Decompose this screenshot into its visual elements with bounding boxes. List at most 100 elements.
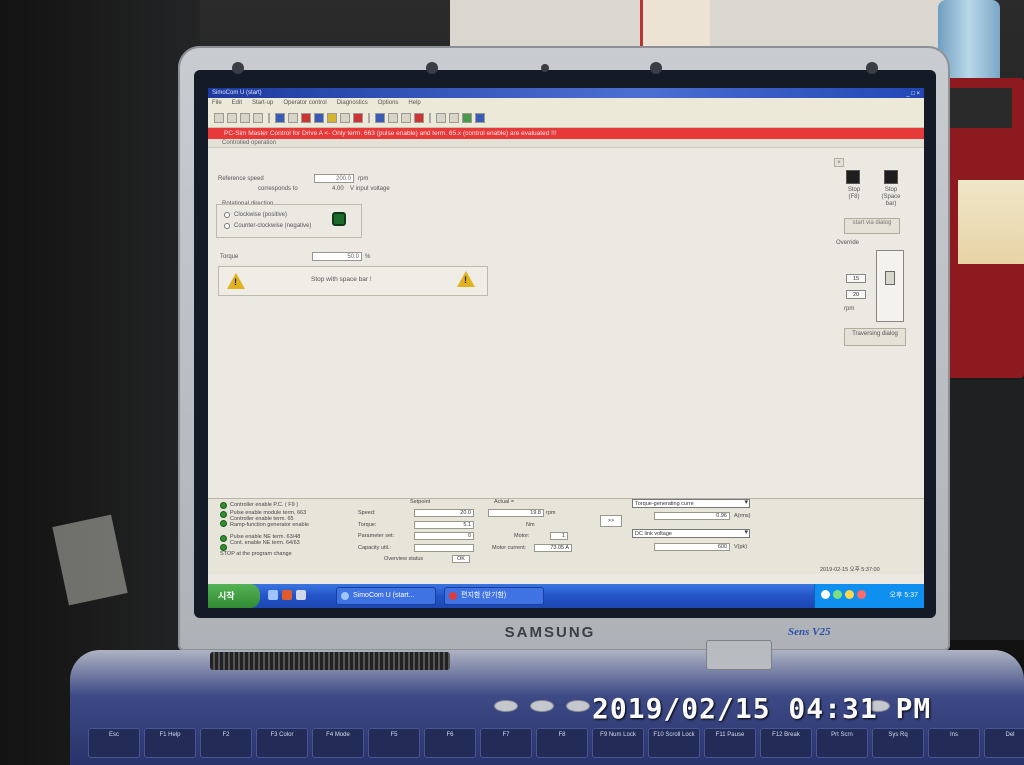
signal-unit-2: V(pk) <box>734 544 748 550</box>
keyboard-key[interactable]: F2 <box>200 728 252 758</box>
status-led <box>220 535 227 542</box>
status-led <box>220 502 227 509</box>
zoom-icon[interactable] <box>401 112 411 123</box>
window-title: SimoCom U (start) <box>212 90 262 96</box>
torque-unit: % <box>365 254 371 260</box>
counterclockwise-radio[interactable] <box>224 223 230 229</box>
menu-help[interactable]: Help <box>408 98 420 108</box>
keyboard-key[interactable]: F5 <box>368 728 420 758</box>
keyboard-key[interactable]: F6 <box>424 728 476 758</box>
keyboard-key[interactable]: Esc <box>88 728 140 758</box>
keyboard-key[interactable]: F11 Pause <box>704 728 756 758</box>
upload-icon[interactable] <box>301 112 311 123</box>
taskbar-clock[interactable]: 오후 5:37 <box>890 590 918 600</box>
stop-space-icon[interactable] <box>884 170 898 184</box>
speaker-grille <box>210 652 450 670</box>
ime-icon[interactable] <box>821 590 830 599</box>
menu-file[interactable]: File <box>212 98 222 108</box>
reference-speed-field[interactable]: 200.0 <box>314 174 354 183</box>
quick-launch-ie-icon[interactable] <box>268 590 278 600</box>
speed-label: Speed: <box>358 510 376 516</box>
volume-icon[interactable] <box>845 590 854 599</box>
security-icon[interactable] <box>857 590 866 599</box>
connect-icon[interactable] <box>275 112 285 123</box>
parameter-icon[interactable] <box>327 112 337 123</box>
stop-f8-label: Stop (F8) <box>847 187 861 200</box>
list-icon[interactable] <box>340 112 350 123</box>
keyboard-key[interactable]: F3 Color <box>256 728 308 758</box>
traversing-dialog-button[interactable]: Traversing dialog <box>844 328 906 346</box>
quick-launch-media-icon[interactable] <box>282 590 292 600</box>
window-titlebar: SimoCom U (start) _ □ × <box>208 88 924 98</box>
override-slider[interactable] <box>876 250 904 322</box>
filter-icon[interactable] <box>436 112 446 123</box>
signal-dropdown-1[interactable]: Torque-generating curre <box>632 499 750 508</box>
save-icon[interactable] <box>240 112 250 123</box>
keyboard-key[interactable]: F1 Help <box>144 728 196 758</box>
overview-status-button[interactable]: OK <box>452 555 470 563</box>
warning-banner: PC-Sim Master Control for Drive A <- Onl… <box>208 128 924 139</box>
expand-button[interactable]: >> <box>600 515 622 527</box>
override-slider-knob[interactable] <box>885 271 895 285</box>
reference-speed-label: Reference speed <box>218 176 264 182</box>
motor-icon[interactable] <box>462 112 472 123</box>
keyboard-key[interactable]: F10 Scroll Lock <box>648 728 700 758</box>
keyboard-key[interactable]: F12 Break <box>760 728 812 758</box>
start-via-dialog-button[interactable]: start via dialog <box>844 218 900 234</box>
open-icon[interactable] <box>227 112 237 123</box>
keyboard-key[interactable]: Ins <box>928 728 980 758</box>
help-icon[interactable] <box>475 112 485 123</box>
start-button[interactable]: 시작 <box>208 584 260 608</box>
windows-taskbar: 시작 SimoCom U (start... 편지함 (받기함) 오후 5:37 <box>208 584 924 608</box>
menu-operator-control[interactable]: Operator control <box>283 98 326 108</box>
taskbar-simocom-label: SimoCom U (start... <box>353 592 415 599</box>
menu-diagnostics[interactable]: Diagnostics <box>337 98 368 108</box>
taskbar-mailbox-button[interactable]: 편지함 (받기함) <box>444 587 544 605</box>
alarm-icon[interactable] <box>414 112 424 123</box>
keyboard-key[interactable]: F8 <box>536 728 588 758</box>
torque-field[interactable]: 50.0 <box>312 252 362 261</box>
status-row-controller-enable-pc[interactable]: Controller enable P.C. ( F9 ) <box>230 502 298 508</box>
window-controls[interactable]: _ □ × <box>906 89 920 99</box>
toolbar <box>208 108 924 128</box>
keyboard-key[interactable]: F4 Mode <box>312 728 364 758</box>
settings-icon[interactable] <box>449 112 459 123</box>
network-icon[interactable] <box>833 590 842 599</box>
parameter-set-field: 0 <box>414 532 474 540</box>
signal-dropdown-2[interactable]: DC link voltage <box>632 529 750 538</box>
keyboard-key[interactable]: F9 Num Lock <box>592 728 644 758</box>
capacity-field <box>414 544 474 552</box>
oscilloscope-icon[interactable] <box>388 112 398 123</box>
close-side-button[interactable]: × <box>834 158 844 167</box>
keyboard-key[interactable]: Prt Scrn <box>816 728 868 758</box>
counterclockwise-label: Counter-clockwise (negative) <box>234 223 312 229</box>
quick-launch-desktop-icon[interactable] <box>296 590 306 600</box>
media-button-2[interactable] <box>530 700 554 712</box>
stop-f8-icon[interactable] <box>846 170 860 184</box>
print-icon[interactable] <box>253 112 263 123</box>
signal-unit-1: A(rms) <box>734 513 751 519</box>
keyboard-key[interactable]: F7 <box>480 728 532 758</box>
media-button-1[interactable] <box>494 700 518 712</box>
keyboard-key[interactable]: Del <box>984 728 1024 758</box>
override-bottom-field[interactable]: 20 <box>846 290 866 299</box>
new-icon[interactable] <box>214 112 224 123</box>
trace-icon[interactable] <box>353 112 363 123</box>
monitor-icon[interactable] <box>375 112 385 123</box>
menu-startup[interactable]: Start-up <box>252 98 273 108</box>
keyboard-key[interactable]: Sys Rq <box>872 728 924 758</box>
download-icon[interactable] <box>288 112 298 123</box>
clockwise-radio[interactable] <box>224 212 230 218</box>
taskbar-simocom-button[interactable]: SimoCom U (start... <box>336 587 436 605</box>
status-row-stop-program-change[interactable]: STOP at the program change <box>220 551 292 557</box>
stop-space-label: Stop (Space bar) <box>881 187 901 207</box>
menu-edit[interactable]: Edit <box>232 98 242 108</box>
warning-icon <box>457 271 475 287</box>
drive-icon[interactable] <box>314 112 324 123</box>
red-machine-label <box>958 180 1024 264</box>
override-top-field[interactable]: 15 <box>846 274 866 283</box>
menu-options[interactable]: Options <box>378 98 399 108</box>
laptop-brand-logo: SAMSUNG <box>504 624 596 641</box>
media-button-3[interactable] <box>566 700 590 712</box>
stop-text: Stop with space bar ! <box>311 276 372 283</box>
